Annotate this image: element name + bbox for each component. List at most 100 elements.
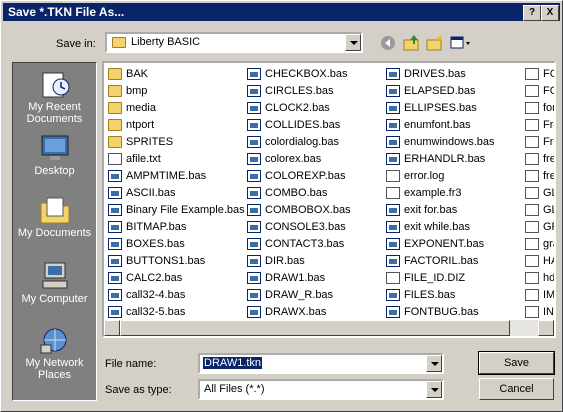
basic-file-icon bbox=[108, 187, 122, 199]
list-item[interactable]: COLOREXP.bas bbox=[245, 168, 385, 185]
list-item[interactable]: bmp bbox=[106, 83, 246, 100]
cancel-button[interactable]: Cancel bbox=[479, 378, 554, 400]
save-type-dropdown[interactable]: All Files (*.*) bbox=[198, 379, 444, 400]
chevron-down-icon[interactable] bbox=[345, 34, 361, 51]
basic-file-icon bbox=[247, 289, 261, 301]
list-item[interactable]: DRAW_R.bas bbox=[245, 287, 385, 304]
list-item[interactable]: COMBO.bas bbox=[245, 185, 385, 202]
save-dialog: Save *.TKN File As... ? X Save in: Liber… bbox=[0, 0, 563, 412]
list-item[interactable]: Fre bbox=[523, 134, 554, 151]
folder-icon bbox=[108, 136, 122, 148]
filename-input[interactable]: DRAW1.tkn bbox=[198, 353, 444, 374]
list-item[interactable]: GL bbox=[523, 202, 554, 219]
list-item[interactable]: FO bbox=[523, 66, 554, 83]
list-item[interactable]: CHECKBOX.bas bbox=[245, 66, 385, 83]
list-item[interactable]: FACTORIL.bas bbox=[384, 253, 524, 270]
list-item[interactable]: example.fr3 bbox=[384, 185, 524, 202]
list-item[interactable]: DRIVES.bas bbox=[384, 66, 524, 83]
list-item[interactable]: Binary File Example.bas bbox=[106, 202, 246, 219]
list-item[interactable]: ASCII.bas bbox=[106, 185, 246, 202]
scroll-left-button[interactable] bbox=[104, 320, 120, 336]
list-item[interactable]: ELLIPSES.bas bbox=[384, 100, 524, 117]
document-icon bbox=[525, 136, 539, 148]
list-item[interactable]: CIRCLES.bas bbox=[245, 83, 385, 100]
list-item[interactable]: afile.txt bbox=[106, 151, 246, 168]
up-folder-button[interactable] bbox=[402, 34, 422, 52]
list-item[interactable]: BAK bbox=[106, 66, 246, 83]
list-item[interactable]: media bbox=[106, 100, 246, 117]
view-menu-button[interactable] bbox=[449, 34, 473, 52]
place-recent-documents[interactable]: My Recent Documents bbox=[13, 69, 96, 125]
document-icon bbox=[525, 68, 539, 80]
list-item[interactable]: EXPONENT.bas bbox=[384, 236, 524, 253]
file-name: ELAPSED.bas bbox=[404, 85, 476, 97]
list-item[interactable]: CONTACT3.bas bbox=[245, 236, 385, 253]
list-item[interactable]: CALC2.bas bbox=[106, 270, 246, 287]
list-item[interactable]: fon bbox=[523, 100, 554, 117]
place-network[interactable]: My Network Places bbox=[13, 325, 96, 381]
list-item[interactable]: CONSOLE3.bas bbox=[245, 219, 385, 236]
basic-file-icon bbox=[247, 272, 261, 284]
list-item[interactable]: IMI bbox=[523, 287, 554, 304]
my-documents-icon bbox=[40, 197, 69, 224]
new-folder-button[interactable] bbox=[425, 34, 445, 52]
list-item[interactable]: FILE_ID.DIZ bbox=[384, 270, 524, 287]
list-item[interactable]: ERHANDLR.bas bbox=[384, 151, 524, 168]
list-item[interactable]: call32-5.bas bbox=[106, 304, 246, 321]
place-desktop[interactable]: Desktop bbox=[13, 133, 96, 177]
list-item[interactable]: error.log bbox=[384, 168, 524, 185]
list-item[interactable]: GL bbox=[523, 185, 554, 202]
list-item[interactable]: COMBOBOX.bas bbox=[245, 202, 385, 219]
scroll-thumb[interactable] bbox=[120, 320, 510, 336]
list-item[interactable]: IN bbox=[523, 304, 554, 321]
file-name: hdi bbox=[543, 272, 556, 284]
list-item[interactable]: gra bbox=[523, 236, 554, 253]
list-item[interactable]: BITMAP.bas bbox=[106, 219, 246, 236]
filename-value[interactable]: DRAW1.tkn bbox=[203, 357, 263, 369]
list-item[interactable]: enumfont.bas bbox=[384, 117, 524, 134]
basic-file-icon bbox=[386, 119, 400, 131]
document-icon bbox=[525, 238, 539, 250]
list-item[interactable]: DRAW1.bas bbox=[245, 270, 385, 287]
list-item[interactable]: FO bbox=[523, 83, 554, 100]
list-item[interactable]: exit for.bas bbox=[384, 202, 524, 219]
list-item[interactable]: fre bbox=[523, 151, 554, 168]
file-column: FO FO fon Fre Fre fre fre GL GL GR gra HA hdi IMI IN bbox=[523, 66, 556, 321]
list-item[interactable]: SPRITES bbox=[106, 134, 246, 151]
save-button[interactable]: Save bbox=[478, 351, 555, 375]
list-item[interactable]: DRAWX.bas bbox=[245, 304, 385, 321]
document-icon bbox=[525, 255, 539, 267]
file-list[interactable]: BAK bmp media ntport SPRITES afile.txt AMPMTIM… bbox=[102, 61, 556, 338]
list-item[interactable]: HA bbox=[523, 253, 554, 270]
list-item[interactable]: BUTTONS1.bas bbox=[106, 253, 246, 270]
list-item[interactable]: BOXES.bas bbox=[106, 236, 246, 253]
list-item[interactable]: Fre bbox=[523, 117, 554, 134]
place-my-computer[interactable]: My Computer bbox=[13, 261, 96, 305]
horizontal-scrollbar[interactable] bbox=[104, 320, 554, 336]
list-item[interactable]: ntport bbox=[106, 117, 246, 134]
chevron-down-icon[interactable] bbox=[426, 381, 442, 398]
help-button[interactable]: ? bbox=[523, 5, 541, 21]
save-in-dropdown[interactable]: Liberty BASIC bbox=[105, 32, 363, 53]
list-item[interactable]: DIR.bas bbox=[245, 253, 385, 270]
chevron-down-icon[interactable] bbox=[426, 355, 442, 372]
close-button[interactable]: X bbox=[541, 5, 559, 21]
list-item[interactable]: call32-4.bas bbox=[106, 287, 246, 304]
list-item[interactable]: colorex.bas bbox=[245, 151, 385, 168]
list-item[interactable]: enumwindows.bas bbox=[384, 134, 524, 151]
list-item[interactable]: FONTBUG.bas bbox=[384, 304, 524, 321]
list-item[interactable]: GR bbox=[523, 219, 554, 236]
list-item[interactable]: CLOCK2.bas bbox=[245, 100, 385, 117]
list-item[interactable]: FILES.bas bbox=[384, 287, 524, 304]
back-button[interactable] bbox=[379, 34, 399, 52]
list-item[interactable]: colordialog.bas bbox=[245, 134, 385, 151]
list-item[interactable]: exit while.bas bbox=[384, 219, 524, 236]
list-item[interactable]: hdi bbox=[523, 270, 556, 287]
list-item[interactable]: AMPMTIME.bas bbox=[106, 168, 246, 185]
list-item[interactable]: fre bbox=[523, 168, 554, 185]
document-icon bbox=[525, 170, 539, 182]
list-item[interactable]: ELAPSED.bas bbox=[384, 83, 524, 100]
scroll-right-button[interactable] bbox=[538, 320, 554, 336]
place-my-documents[interactable]: My Documents bbox=[13, 195, 96, 239]
list-item[interactable]: COLLIDES.bas bbox=[245, 117, 385, 134]
